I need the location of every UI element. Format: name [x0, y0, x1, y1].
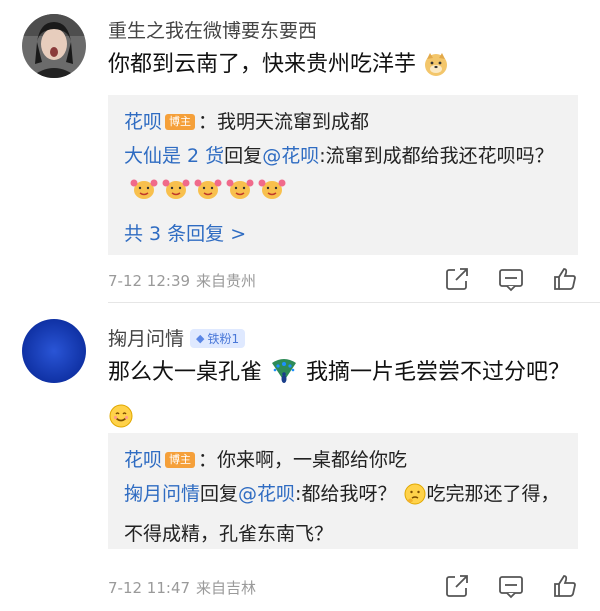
comment-text: 你都到云南了，快来贵州吃洋芋 — [108, 46, 578, 90]
like-icon[interactable] — [552, 573, 578, 599]
reply-action: 回复 — [224, 145, 263, 167]
share-icon[interactable] — [444, 266, 470, 292]
reply-text: ：我明天流窜到成都 — [198, 111, 370, 133]
reply-author[interactable]: 掬月问情 — [124, 483, 200, 505]
reply-box[interactable]: 花呗 博主 ：你来啊，一桌都给你吃 掬月问情回复@花呗:都给我呀？ 吃完那还了得，不… — [108, 433, 578, 549]
comment-icon[interactable] — [498, 266, 524, 292]
thinking-emoji-icon — [403, 482, 427, 517]
share-icon[interactable] — [444, 573, 470, 599]
reply-text: :流窜到成都给我还花呗吗？ — [319, 145, 554, 167]
comment-actions — [444, 266, 578, 292]
reply-author[interactable]: 花呗 — [124, 111, 162, 133]
comment-icon[interactable] — [498, 573, 524, 599]
reply-box[interactable]: 花呗 博主 ：我明天流窜到成都 大仙是 2 货回复@花呗:流窜到成都给我还花呗吗？ — [108, 95, 578, 255]
doge-emoji-icon — [423, 51, 449, 90]
comment-location: 来自贵州 — [196, 272, 257, 290]
comment-time: 7-12 11:47 — [108, 579, 191, 597]
comment-meta: 7-12 12:39 来自贵州 — [108, 270, 256, 291]
reply-mention[interactable]: @花呗 — [262, 145, 319, 167]
fan-badge: ◆ 铁粉1 — [190, 329, 246, 348]
reply-line: 花呗 博主 ：你来啊，一桌都给你吃 — [124, 443, 562, 477]
like-icon[interactable] — [552, 266, 578, 292]
reply-line: 花呗 博主 ：我明天流窜到成都 — [124, 105, 562, 139]
reply-line: 大仙是 2 货回复@花呗:流窜到成都给我还花呗吗？ — [124, 139, 562, 213]
reply-author[interactable]: 大仙是 2 货 — [124, 145, 224, 167]
comment-text: 那么大一桌孔雀 我摘一片毛尝尝不过分吧？ — [108, 354, 578, 442]
comment-item: 掬月问情 ◆ 铁粉1 那么大一桌孔雀 我摘一片毛尝尝不过分吧？ 花呗 博主 ：你… — [0, 307, 600, 611]
comment-username: 掬月问情 ◆ 铁粉1 — [108, 324, 246, 351]
reply-mention[interactable]: @花呗 — [238, 483, 295, 505]
diamond-icon: ◆ — [196, 332, 205, 345]
reply-action: 回复 — [200, 483, 239, 505]
cheer-emoji-icon — [130, 174, 290, 213]
comment-username[interactable]: 重生之我在微博要东要西 — [108, 16, 317, 43]
reply-author[interactable]: 花呗 — [124, 449, 162, 471]
reply-line: 掬月问情回复@花呗:都给我呀？ 吃完那还了得，不得成精，孔雀东南飞？ — [124, 477, 562, 551]
avatar[interactable] — [22, 319, 86, 383]
host-badge: 博主 — [165, 114, 196, 130]
reply-text: :都给我呀？ — [295, 483, 397, 505]
host-badge: 博主 — [165, 452, 196, 468]
comment-location: 来自吉林 — [196, 579, 257, 597]
avatar[interactable] — [22, 14, 86, 78]
view-more-replies-link[interactable]: 共 3 条回复 > — [124, 217, 562, 251]
comment-actions — [444, 573, 578, 599]
comment-item: 重生之我在微博要东要西 你都到云南了，快来贵州吃洋芋 花呗 博主 ：我明天流窜到成都… — [0, 0, 600, 300]
comment-time: 7-12 12:39 — [108, 272, 191, 290]
peacock-emoji-icon — [269, 357, 299, 398]
comment-divider — [108, 302, 600, 303]
comment-meta: 7-12 11:47 来自吉林 — [108, 577, 256, 598]
reply-text: ：你来啊，一桌都给你吃 — [198, 449, 408, 471]
